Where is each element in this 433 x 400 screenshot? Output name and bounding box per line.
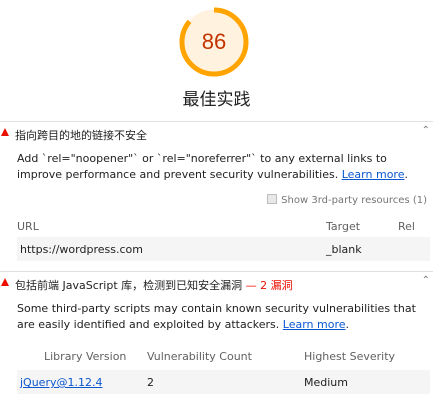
- audit-description-end: .: [345, 318, 350, 331]
- learn-more-link[interactable]: Learn more: [342, 168, 405, 181]
- audit-description-end: .: [404, 168, 408, 181]
- red-triangle-icon: [1, 128, 9, 136]
- column-header-library-version: Library Version: [44, 350, 127, 363]
- score-gauge: 86: [179, 7, 249, 77]
- row-library: jQuery@1.12.4: [20, 376, 102, 389]
- category-title: 最佳实践: [182, 90, 251, 110]
- chevron-up-icon[interactable]: ⌃: [422, 275, 430, 286]
- third-party-checkbox[interactable]: [267, 194, 278, 204]
- audit-header-insecure-links[interactable]: 指向跨目的地的链接不安全 ⌃: [0, 121, 433, 148]
- column-header-rel: Rel: [398, 220, 415, 233]
- table-row: https://wordpress.com _blank: [17, 237, 430, 261]
- column-header-url: URL: [17, 220, 39, 233]
- audit-title: 包括前端 JavaScript 库，检测到已知安全漏洞 — 2 漏洞: [15, 277, 293, 293]
- chevron-up-icon[interactable]: ⌃: [422, 125, 430, 136]
- table-row: jQuery@1.12.4 2 Medium: [17, 370, 430, 394]
- audit-title-text: 包括前端 JavaScript 库，检测到已知安全漏洞: [15, 279, 243, 292]
- audit-description: Add `rel="noopener"` or `rel="noreferrer…: [17, 151, 427, 183]
- red-triangle-icon: [1, 278, 9, 286]
- audit-description: Some third-party scripts may contain kno…: [17, 301, 427, 333]
- third-party-label: Show 3rd-party resources (1): [281, 195, 427, 206]
- audit-header-vulnerable-libraries[interactable]: 包括前端 JavaScript 库，检测到已知安全漏洞 — 2 漏洞 ⌃: [0, 271, 433, 298]
- column-header-target: Target: [326, 220, 361, 233]
- audit-title: 指向跨目的地的链接不安全: [15, 129, 147, 142]
- row-url: https://wordpress.com: [20, 243, 143, 256]
- row-vulnerability-count: 2: [147, 376, 154, 389]
- learn-more-link[interactable]: Learn more: [283, 318, 346, 331]
- vulnerability-count-badge: — 2 漏洞: [245, 279, 293, 292]
- audit-description-text: Some third-party scripts may contain kno…: [17, 302, 416, 331]
- score-value: 86: [201, 29, 227, 54]
- row-target: _blank: [326, 243, 362, 256]
- library-link[interactable]: jQuery@1.12.4: [20, 376, 102, 389]
- third-party-toggle[interactable]: Show 3rd-party resources (1): [267, 194, 427, 206]
- audit-description-text: Add `rel="noopener"` or `rel="noreferrer…: [17, 152, 387, 181]
- column-header-vulnerability-count: Vulnerability Count: [147, 350, 252, 363]
- row-severity: Medium: [304, 376, 348, 389]
- column-header-highest-severity: Highest Severity: [304, 350, 396, 363]
